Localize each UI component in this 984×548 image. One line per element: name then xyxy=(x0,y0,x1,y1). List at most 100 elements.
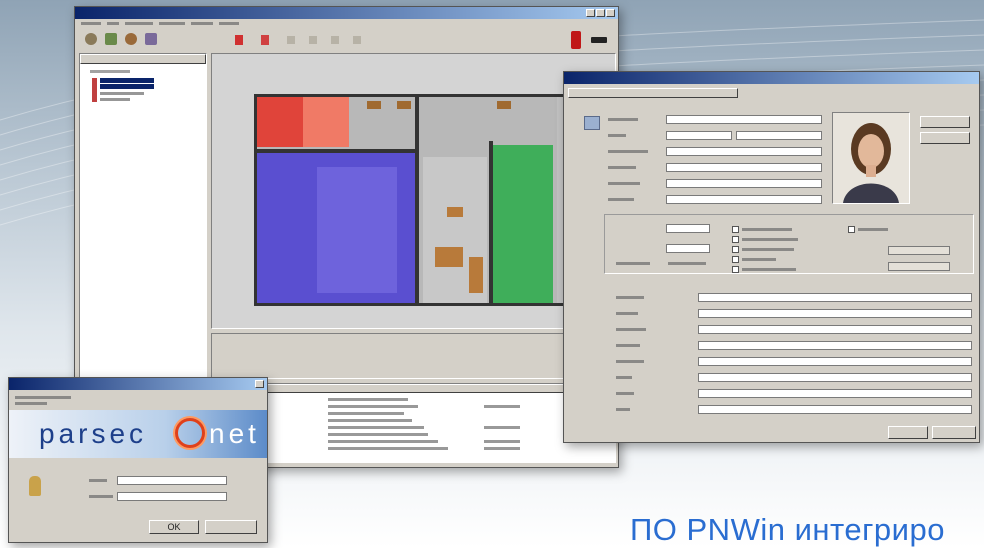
alert-icon[interactable] xyxy=(261,35,269,45)
event-row[interactable] xyxy=(328,440,438,443)
date-select[interactable] xyxy=(888,262,950,271)
checkbox[interactable] xyxy=(732,226,739,233)
alert-icon[interactable] xyxy=(235,35,243,45)
furniture-desk xyxy=(435,247,463,267)
tree-item[interactable] xyxy=(100,98,130,101)
toolbar xyxy=(75,29,618,51)
photo-browse-button[interactable] xyxy=(920,116,970,128)
tree-item[interactable] xyxy=(100,92,144,95)
field-label xyxy=(608,118,638,121)
field-label xyxy=(608,134,626,137)
first-name-field[interactable] xyxy=(666,131,732,140)
logo-emblem-icon xyxy=(175,418,205,448)
extra-field[interactable] xyxy=(698,405,972,414)
checkbox[interactable] xyxy=(848,226,855,233)
edit-icon[interactable] xyxy=(105,33,117,45)
floor-plan-panel xyxy=(211,53,616,329)
login-hint xyxy=(15,396,71,399)
event-row[interactable] xyxy=(328,447,448,450)
tool-icon[interactable] xyxy=(287,36,295,44)
furniture-desk xyxy=(397,101,411,109)
field-label xyxy=(608,150,648,153)
field-label xyxy=(616,296,644,299)
cancel-button[interactable] xyxy=(932,426,976,439)
tool-icon[interactable] xyxy=(331,36,339,44)
tree-item-selected[interactable] xyxy=(100,78,154,83)
phone-field[interactable] xyxy=(698,325,972,334)
menu-item[interactable] xyxy=(125,22,153,25)
pin-field[interactable] xyxy=(666,244,710,253)
checkbox[interactable] xyxy=(732,236,739,243)
room-red-zone-light[interactable] xyxy=(303,97,349,147)
event-row[interactable] xyxy=(484,426,520,429)
middle-name-field[interactable] xyxy=(736,131,822,140)
checkbox[interactable] xyxy=(732,256,739,263)
alarm-icon[interactable] xyxy=(571,31,581,49)
event-row[interactable] xyxy=(328,426,424,429)
tree-item[interactable] xyxy=(90,70,130,73)
password-field[interactable] xyxy=(117,492,227,501)
field-label xyxy=(608,198,634,201)
menu-item[interactable] xyxy=(191,22,213,25)
person-dialog-tabs xyxy=(568,88,738,98)
lock-icon[interactable] xyxy=(145,33,157,45)
users-icon[interactable] xyxy=(125,33,137,45)
menu-item[interactable] xyxy=(81,22,101,25)
ok-button[interactable] xyxy=(888,426,928,439)
people-icon[interactable] xyxy=(85,33,97,45)
access-group-select[interactable] xyxy=(666,147,822,156)
event-row[interactable] xyxy=(484,447,520,450)
close-button[interactable] xyxy=(255,380,264,388)
minimize-button[interactable] xyxy=(586,9,595,17)
furniture-desk xyxy=(469,257,483,293)
event-row[interactable] xyxy=(328,433,428,436)
checkbox-label xyxy=(742,268,796,271)
event-row[interactable] xyxy=(484,405,520,408)
address-field[interactable] xyxy=(698,293,972,302)
menu-bar xyxy=(75,19,618,29)
tree-item-selected[interactable] xyxy=(100,84,154,89)
gun-icon[interactable] xyxy=(591,37,607,43)
login-cancel-button[interactable] xyxy=(205,520,257,534)
menu-item[interactable] xyxy=(219,22,239,25)
date-select[interactable] xyxy=(888,246,950,255)
info-field[interactable] xyxy=(698,357,972,366)
furniture-desk xyxy=(497,101,511,109)
maximize-button[interactable] xyxy=(596,9,605,17)
login-dialog: parsec net OK xyxy=(8,377,268,543)
photo-clear-button[interactable] xyxy=(920,132,970,144)
event-row[interactable] xyxy=(328,412,404,415)
extra-field[interactable] xyxy=(698,389,972,398)
event-row[interactable] xyxy=(328,405,418,408)
event-row[interactable] xyxy=(484,440,520,443)
menu-item[interactable] xyxy=(159,22,185,25)
wall xyxy=(257,149,419,153)
position-field[interactable] xyxy=(666,179,822,188)
tool-icon[interactable] xyxy=(353,36,361,44)
city-field[interactable] xyxy=(698,309,972,318)
field-value xyxy=(668,262,706,265)
close-button[interactable] xyxy=(606,9,615,17)
department-select[interactable] xyxy=(666,163,822,172)
event-row[interactable] xyxy=(328,398,408,401)
username-field[interactable] xyxy=(117,476,227,485)
room-blue-zone-inner[interactable] xyxy=(317,167,397,293)
tree-tabs xyxy=(80,54,206,64)
email-field[interactable] xyxy=(698,341,972,350)
field-label xyxy=(616,360,644,363)
login-ok-button[interactable]: OK xyxy=(149,520,199,534)
menu-item[interactable] xyxy=(107,22,119,25)
tab-number-field[interactable] xyxy=(666,195,822,204)
last-name-field[interactable] xyxy=(666,115,822,124)
event-row[interactable] xyxy=(328,419,412,422)
login-title-bar xyxy=(9,378,267,390)
checkbox[interactable] xyxy=(732,246,739,253)
tool-icon[interactable] xyxy=(309,36,317,44)
checkbox-label xyxy=(858,228,888,231)
main-title-bar xyxy=(75,7,618,19)
room-green-zone[interactable] xyxy=(493,145,553,303)
login-hint xyxy=(15,402,47,405)
checkbox[interactable] xyxy=(732,266,739,273)
extra-field[interactable] xyxy=(698,373,972,382)
valid-from-field[interactable] xyxy=(666,224,710,233)
